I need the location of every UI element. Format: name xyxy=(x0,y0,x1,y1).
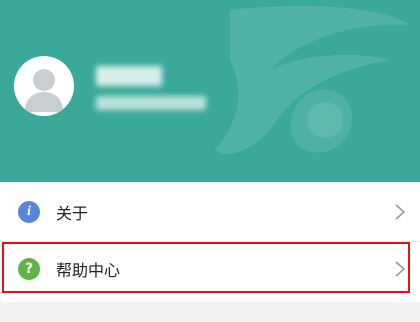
help-center-highlight-box xyxy=(2,242,410,293)
info-icon: i xyxy=(18,201,40,223)
page-background xyxy=(0,302,420,322)
user-silhouette-icon xyxy=(24,69,64,112)
username-redacted xyxy=(96,66,162,86)
menu-item-about[interactable]: i 关于 xyxy=(0,182,420,242)
menu-item-about-label: 关于 xyxy=(56,204,89,223)
chevron-right-icon xyxy=(395,204,406,220)
profile-header xyxy=(0,0,420,182)
phone-redacted xyxy=(96,96,206,110)
avatar[interactable] xyxy=(14,56,74,116)
